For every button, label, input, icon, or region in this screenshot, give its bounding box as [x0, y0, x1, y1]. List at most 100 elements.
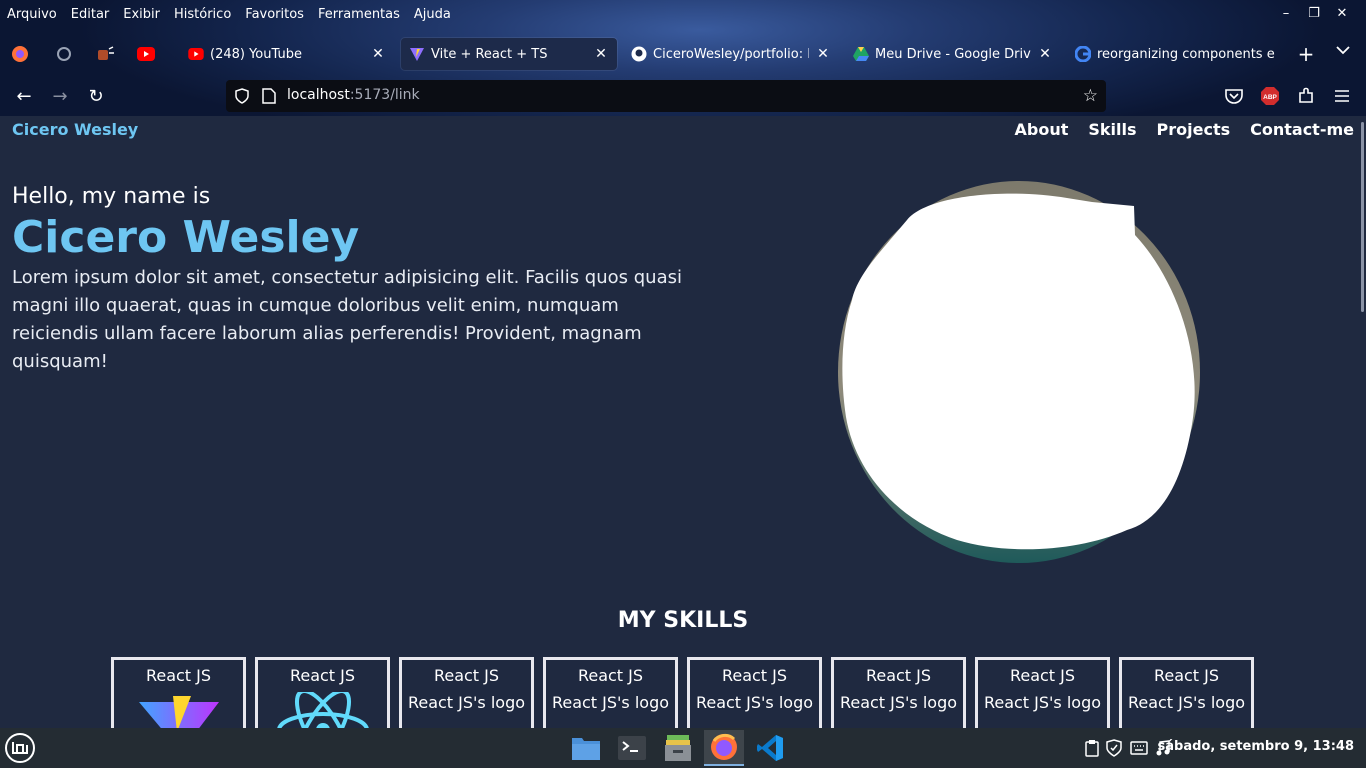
skills-grid: React JS React JS React JS React JS's lo…: [111, 657, 1254, 728]
firefox-icon[interactable]: [704, 730, 744, 766]
hero-name: Cicero Wesley: [12, 212, 360, 263]
hero-greeting: Hello, my name is: [12, 184, 211, 209]
site-brand-link[interactable]: Cicero Wesley: [12, 120, 138, 139]
browser-chrome: Arquivo Editar Exibir Histórico Favorito…: [0, 0, 1366, 116]
skill-card: React JS: [255, 657, 390, 728]
profile-photo: [838, 181, 1200, 563]
skill-card: React JS React JS's logo: [1119, 657, 1254, 728]
tab-github[interactable]: CiceroWesley/portfolio: Re ✕: [623, 38, 839, 70]
close-tab-icon[interactable]: ✕: [1037, 46, 1053, 62]
react-logo-icon: [258, 692, 387, 728]
new-tab-button[interactable]: +: [1295, 42, 1317, 66]
pinned-tab-firefox[interactable]: [0, 36, 40, 72]
menu-favoritos[interactable]: Favoritos: [245, 7, 304, 22]
hamburger-menu-icon[interactable]: [1332, 86, 1352, 106]
skill-name: React JS: [1153, 666, 1220, 685]
skill-logo-alt: React JS's logo: [1127, 693, 1246, 712]
clipboard-icon[interactable]: [1085, 738, 1099, 758]
forward-button[interactable]: →: [48, 84, 72, 108]
extensions-icon[interactable]: [1296, 86, 1316, 106]
skill-logo-alt: React JS's logo: [983, 693, 1102, 712]
tab-label: Meu Drive - Google Drive: [875, 46, 1031, 62]
skill-card: React JS React JS's logo: [975, 657, 1110, 728]
vscode-icon[interactable]: [750, 730, 790, 766]
skill-name: React JS: [1009, 666, 1076, 685]
shield-icon[interactable]: [234, 88, 250, 108]
nav-about-link[interactable]: About: [1015, 120, 1069, 139]
url-text[interactable]: localhost:5173/link: [287, 87, 420, 103]
skill-card: React JS React JS's logo: [399, 657, 534, 728]
start-menu-button[interactable]: [4, 732, 36, 764]
skill-name: React JS: [433, 666, 500, 685]
skill-card: React JS: [111, 657, 246, 728]
reload-button[interactable]: ↻: [84, 84, 108, 108]
list-all-tabs-button[interactable]: [1336, 44, 1350, 59]
chevron-down-icon: [1336, 46, 1350, 55]
tab-google-drive[interactable]: Meu Drive - Google Drive ✕: [845, 38, 1061, 70]
tab-vite[interactable]: Vite + React + TS ✕: [401, 38, 617, 70]
github-icon: [631, 46, 647, 62]
pocket-icon[interactable]: [1224, 86, 1244, 106]
menu-bar: Arquivo Editar Exibir Histórico Favorito…: [0, 0, 1366, 28]
close-window-button[interactable]: ✕: [1328, 4, 1356, 24]
skill-name: React JS: [577, 666, 644, 685]
pinned-tab-1[interactable]: [44, 36, 84, 72]
skills-heading: MY SKILLS: [617, 608, 749, 633]
skill-card: React JS React JS's logo: [543, 657, 678, 728]
tab-bar: (248) YouTube ✕ Vite + React + TS ✕ Cice…: [0, 36, 1366, 72]
loading-icon: [57, 47, 71, 61]
skill-logo-alt: React JS's logo: [839, 693, 958, 712]
svg-text:ABP: ABP: [1263, 94, 1277, 101]
google-drive-icon: [853, 46, 869, 62]
tab-label: reorganizing components e: [1097, 46, 1275, 62]
nav-projects-link[interactable]: Projects: [1157, 120, 1231, 139]
back-button[interactable]: ←: [12, 84, 36, 108]
menu-arquivo[interactable]: Arquivo: [7, 7, 57, 22]
skill-logo-alt: React JS's logo: [551, 693, 670, 712]
menu-exibir[interactable]: Exibir: [123, 7, 160, 22]
site-nav: About Skills Projects Contact-me: [1015, 120, 1355, 139]
adblock-plus-icon[interactable]: ABP: [1260, 86, 1280, 106]
vite-logo-icon: [114, 692, 243, 728]
close-tab-icon[interactable]: ✕: [370, 46, 386, 62]
url-bar[interactable]: localhost:5173/link ☆: [226, 80, 1106, 112]
nav-contact-link[interactable]: Contact-me: [1250, 120, 1354, 139]
minimize-button[interactable]: –: [1272, 4, 1300, 24]
sound-tab-icon: [98, 46, 114, 60]
tab-label: (248) YouTube: [210, 46, 302, 62]
skill-name: React JS: [865, 666, 932, 685]
menu-historico[interactable]: Histórico: [174, 7, 231, 22]
maximize-button[interactable]: ❐: [1300, 4, 1328, 24]
tab-label: CiceroWesley/portfolio: Re: [653, 46, 809, 62]
skill-name: React JS: [721, 666, 788, 685]
vite-icon: [409, 46, 425, 62]
pinned-tab-2[interactable]: [86, 36, 126, 72]
tab-label: Vite + React + TS: [431, 46, 548, 62]
security-shield-icon[interactable]: [1106, 738, 1122, 758]
nav-skills-link[interactable]: Skills: [1088, 120, 1136, 139]
skill-card: React JS React JS's logo: [831, 657, 966, 728]
keyboard-icon[interactable]: [1130, 738, 1148, 758]
close-tab-icon[interactable]: ✕: [593, 46, 609, 62]
skill-logo-alt: React JS's logo: [695, 693, 814, 712]
skill-name: React JS: [289, 666, 356, 685]
tab-google-search[interactable]: reorganizing components e: [1067, 38, 1283, 70]
menu-ajuda[interactable]: Ajuda: [414, 7, 451, 22]
files-icon[interactable]: [658, 730, 698, 766]
terminal-icon[interactable]: [612, 730, 652, 766]
taskbar-clock[interactable]: sábado, setembro 9, 13:48: [1158, 739, 1355, 754]
skill-card: React JS React JS's logo: [687, 657, 822, 728]
skill-logo-alt: React JS's logo: [407, 693, 526, 712]
bookmark-star-icon[interactable]: ☆: [1083, 86, 1098, 106]
page-icon[interactable]: [262, 88, 276, 108]
file-manager-icon[interactable]: [566, 730, 606, 766]
firefox-view-icon: [12, 46, 28, 62]
youtube-icon: [188, 46, 204, 62]
close-tab-icon[interactable]: ✕: [815, 46, 831, 62]
page-scrollbar[interactable]: [1361, 122, 1364, 312]
pinned-tab-youtube[interactable]: [126, 36, 166, 72]
tab-youtube[interactable]: (248) YouTube ✕: [180, 38, 394, 70]
menu-editar[interactable]: Editar: [71, 7, 110, 22]
skill-name: React JS: [145, 666, 212, 685]
menu-ferramentas[interactable]: Ferramentas: [318, 7, 400, 22]
